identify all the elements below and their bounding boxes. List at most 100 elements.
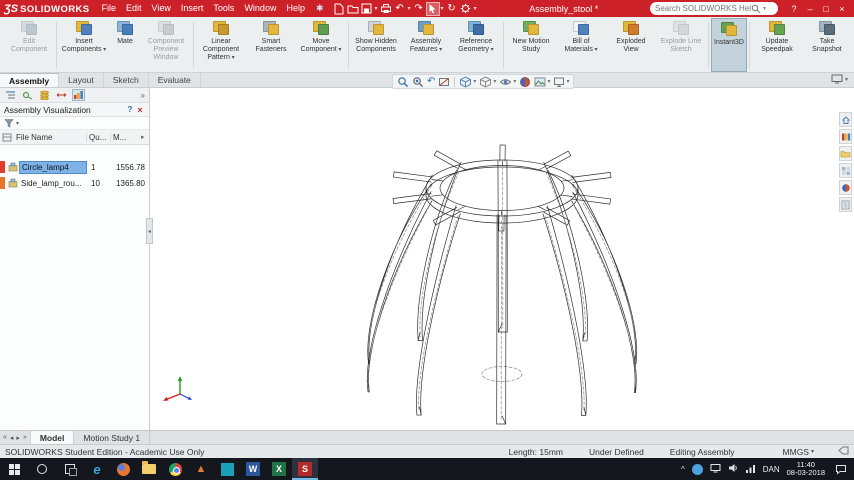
view-settings-icon[interactable]: ▾ xyxy=(553,76,569,88)
ribbon-edit-component[interactable]: Edit Component xyxy=(4,18,54,72)
last-tab-button[interactable]: » xyxy=(23,434,27,441)
open-folder-icon[interactable] xyxy=(346,2,360,16)
taskbar-app-word[interactable]: W xyxy=(240,458,266,480)
graphics-viewport[interactable] xyxy=(150,88,854,430)
menu-help[interactable]: Help xyxy=(281,0,310,17)
options-caret-icon[interactable]: ▾ xyxy=(474,5,477,12)
rebuild-icon[interactable]: ↻ xyxy=(445,2,459,16)
undo-icon[interactable]: ↶ xyxy=(393,2,407,16)
tab-sketch[interactable]: Sketch xyxy=(104,73,149,87)
ribbon-smart-fasteners[interactable]: Smart Fasteners xyxy=(246,18,296,72)
ribbon-take-snapshot[interactable]: Take Snapshot xyxy=(802,18,852,72)
undo-caret-icon[interactable]: ▾ xyxy=(408,5,411,12)
previous-view-icon[interactable]: ↶ xyxy=(427,76,435,88)
search-icon[interactable] xyxy=(751,4,761,14)
cortana-search-button[interactable] xyxy=(28,458,56,480)
ribbon-assembly-features[interactable]: Assembly Features xyxy=(401,18,451,72)
column-mass[interactable]: M... xyxy=(111,133,141,142)
menu-tools[interactable]: Tools xyxy=(208,0,239,17)
select-caret-icon[interactable]: ▾ xyxy=(441,5,444,12)
flat-view-toggle-icon[interactable] xyxy=(0,133,14,142)
first-tab-button[interactable]: « xyxy=(3,434,7,441)
search-caret-icon[interactable]: ▾ xyxy=(763,5,766,12)
tag-icon[interactable] xyxy=(838,446,849,457)
menu-insert[interactable]: Insert xyxy=(176,0,209,17)
design-library-icon[interactable] xyxy=(839,129,852,144)
network-tray-icon[interactable] xyxy=(745,464,756,475)
new-document-icon[interactable] xyxy=(332,2,346,16)
redo-icon[interactable]: ↷ xyxy=(412,2,426,16)
panel-splitter-handle[interactable]: ◂ xyxy=(146,218,153,244)
menu-edit[interactable]: Edit xyxy=(121,0,147,17)
solidworks-resources-icon[interactable] xyxy=(839,112,852,127)
hidden-icons-chevron[interactable]: ^ xyxy=(681,465,685,474)
taskbar-app-file-explorer[interactable] xyxy=(136,458,162,480)
column-file-name[interactable]: File Name xyxy=(14,132,87,142)
save-icon[interactable] xyxy=(360,2,374,16)
filter-funnel-icon[interactable] xyxy=(4,118,14,128)
zoom-to-fit-icon[interactable] xyxy=(397,76,409,88)
display-tray-icon[interactable] xyxy=(710,463,721,475)
taskbar-app-edge[interactable]: e xyxy=(84,458,110,480)
ribbon-insert-components[interactable]: Insert Components xyxy=(59,18,109,72)
zoom-to-area-icon[interactable] xyxy=(412,76,424,88)
minimize-button[interactable]: – xyxy=(802,4,818,14)
ribbon-component-preview-window[interactable]: Component Preview Window xyxy=(141,18,191,72)
hide-show-items-icon[interactable]: ▾ xyxy=(499,76,516,88)
options-gear-icon[interactable] xyxy=(459,2,473,16)
taskbar-app-photos[interactable] xyxy=(214,458,240,480)
ribbon-reference-geometry[interactable]: Reference Geometry xyxy=(451,18,501,72)
save-caret-icon[interactable]: ▾ xyxy=(375,5,378,12)
help-search-box[interactable]: ▾ xyxy=(649,2,778,15)
ribbon-move-component[interactable]: Move Component xyxy=(296,18,346,72)
tab-evaluate[interactable]: Evaluate xyxy=(149,73,201,87)
appearances-icon[interactable] xyxy=(839,180,852,195)
header-expand-icon[interactable]: ▸ xyxy=(141,133,149,141)
menu-window[interactable]: Window xyxy=(239,0,281,17)
tab-assembly[interactable]: Assembly xyxy=(0,73,60,87)
file-explorer-icon[interactable] xyxy=(839,146,852,161)
ribbon-bill-of-materials[interactable]: Bill of Materials xyxy=(556,18,606,72)
close-button[interactable]: × xyxy=(834,4,850,14)
menu-pin-icon[interactable]: ✱ xyxy=(316,3,324,14)
assembly-visualization-tab-icon[interactable] xyxy=(72,89,85,101)
taskbar-app-firefox[interactable] xyxy=(110,458,136,480)
table-row-side-lamp[interactable]: Side_lamp_rou... 10 1365.80 xyxy=(0,175,149,191)
panel-close-icon[interactable]: × xyxy=(135,105,145,115)
custom-properties-icon[interactable] xyxy=(839,197,852,212)
featuremanager-design-tree-icon[interactable] xyxy=(4,89,17,101)
row-file-name[interactable]: Circle_lamp4 xyxy=(19,160,87,174)
ribbon-mate[interactable]: Mate xyxy=(109,18,141,72)
prev-tab-button[interactable]: ◂ xyxy=(10,434,14,442)
column-quantity[interactable]: Qu... xyxy=(87,132,111,142)
select-cursor-icon[interactable] xyxy=(425,1,440,16)
next-tab-button[interactable]: ▸ xyxy=(16,434,20,442)
table-row-circle-lamp4[interactable]: Circle_lamp4 1 1556.78 xyxy=(0,159,149,175)
configurationmanager-icon[interactable] xyxy=(38,89,51,101)
display-style-icon[interactable]: ▾ xyxy=(479,75,496,88)
help-button[interactable]: ? xyxy=(786,4,802,14)
menu-file[interactable]: File xyxy=(97,0,122,17)
filter-caret-icon[interactable]: ▾ xyxy=(16,120,19,127)
apply-scene-icon[interactable]: ▾ xyxy=(534,76,550,88)
screen-capture-icon[interactable]: ▾ xyxy=(831,74,848,84)
units-selector[interactable]: MMGS ▾ xyxy=(783,447,814,457)
maximize-button[interactable]: □ xyxy=(818,4,834,14)
more-tabs-icon[interactable]: » xyxy=(141,91,145,100)
tab-motion-study-1[interactable]: Motion Study 1 xyxy=(74,431,151,444)
print-icon[interactable] xyxy=(379,2,393,16)
taskbar-app-solidworks[interactable]: S xyxy=(292,458,318,480)
edit-appearance-icon[interactable] xyxy=(519,76,531,88)
start-button[interactable] xyxy=(0,458,28,480)
ribbon-new-motion-study[interactable]: New Motion Study xyxy=(506,18,556,72)
propertymanager-icon[interactable] xyxy=(21,89,34,101)
volume-tray-icon[interactable] xyxy=(728,463,738,475)
section-view-icon[interactable] xyxy=(438,76,450,88)
tab-layout[interactable]: Layout xyxy=(59,73,104,87)
weather-tray-icon[interactable] xyxy=(691,463,703,475)
search-input[interactable] xyxy=(654,4,751,13)
view-orientation-icon[interactable]: ▾ xyxy=(459,75,476,88)
taskbar-app-chrome[interactable] xyxy=(162,458,188,480)
ribbon-exploded-view[interactable]: Exploded View xyxy=(606,18,656,72)
keyboard-language[interactable]: DAN xyxy=(763,465,780,474)
